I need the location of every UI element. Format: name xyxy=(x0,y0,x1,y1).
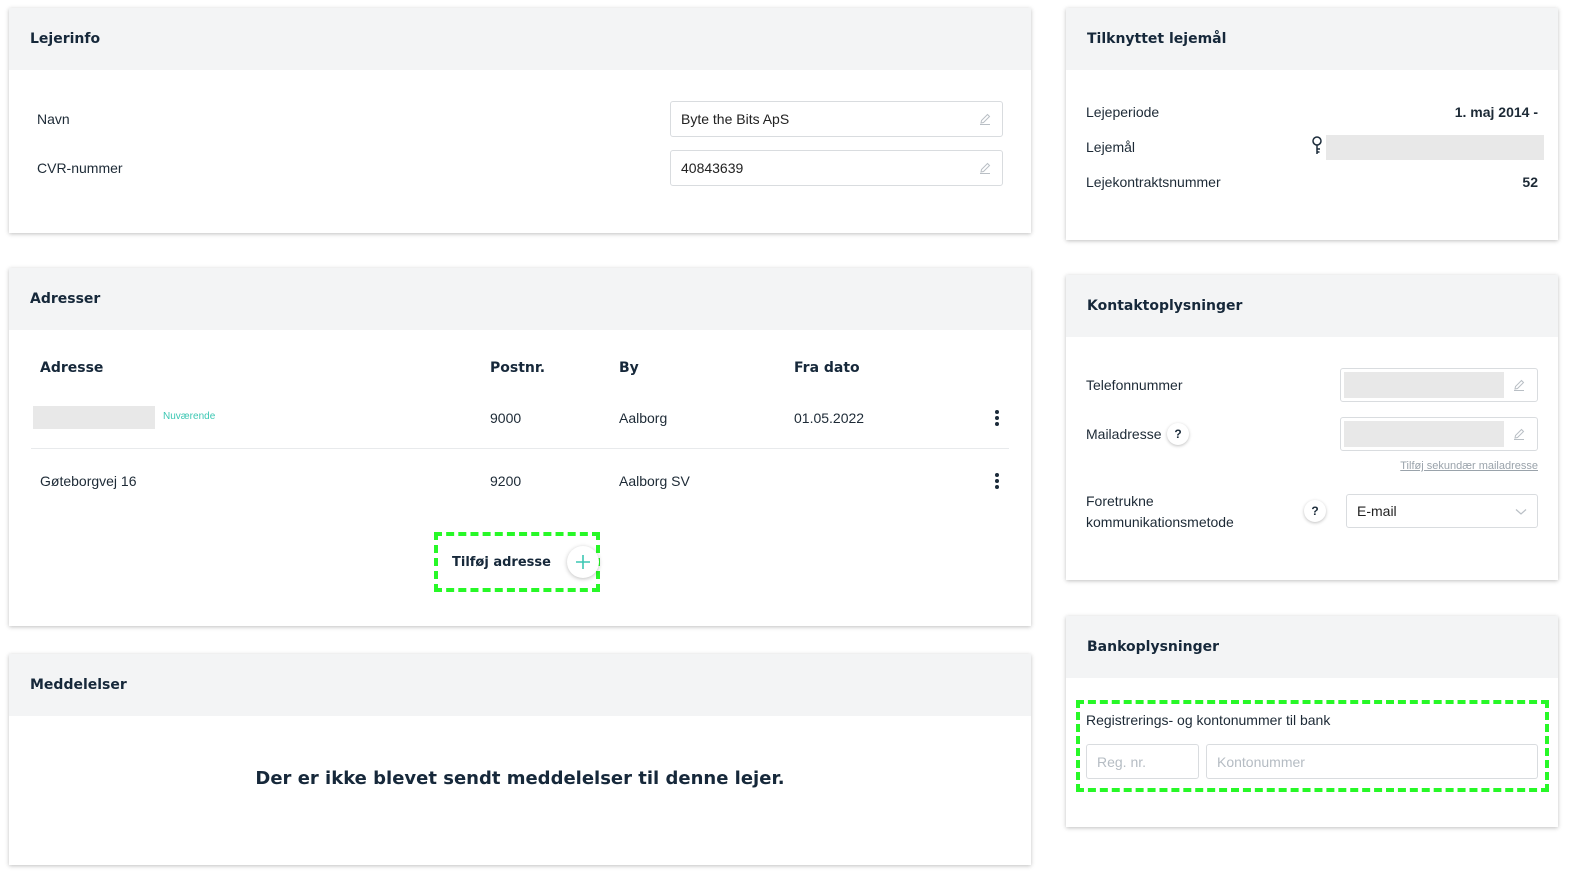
chevron-down-icon xyxy=(1515,503,1527,519)
pencil-icon[interactable] xyxy=(978,161,992,175)
column-header-adresse: Adresse xyxy=(40,360,104,376)
column-header-fra-dato: Fra dato xyxy=(794,360,860,376)
add-address-button[interactable]: Tilføj adresse xyxy=(452,546,599,578)
add-address-label: Tilføj adresse xyxy=(452,554,551,570)
kebab-icon[interactable] xyxy=(988,471,1006,491)
cvr-label: CVR-nummer xyxy=(37,160,123,176)
pencil-icon[interactable] xyxy=(1512,378,1526,392)
help-icon[interactable]: ? xyxy=(1167,423,1189,445)
lejeperiode-value: 1. maj 2014 - xyxy=(1454,104,1538,120)
lejerinfo-card: Lejerinfo Navn Byte the Bits ApS CVR-num… xyxy=(9,8,1031,233)
telefon-field[interactable] xyxy=(1340,368,1538,402)
meddelelser-card: Meddelelser Der er ikke blevet sendt med… xyxy=(9,654,1031,865)
telefon-label: Telefonnummer xyxy=(1086,377,1183,393)
reg-nr-input[interactable]: Reg. nr. xyxy=(1086,744,1199,779)
navn-value: Byte the Bits ApS xyxy=(681,111,790,127)
mail-value-redacted xyxy=(1344,421,1504,447)
row-divider xyxy=(31,448,1009,449)
kontakt-title: Kontaktoplysninger xyxy=(1066,275,1558,337)
column-header-postnr: Postnr. xyxy=(490,360,546,376)
pencil-icon[interactable] xyxy=(1512,427,1526,441)
metode-label-line2: kommunikationsmetode xyxy=(1086,514,1234,530)
adresser-card: Adresser Adresse Postnr. By Fra dato Nuv… xyxy=(9,268,1031,626)
help-icon[interactable]: ? xyxy=(1304,500,1326,522)
navn-field[interactable]: Byte the Bits ApS xyxy=(670,101,1003,137)
kontrakt-label: Lejekontraktsnummer xyxy=(1086,174,1221,190)
kontakt-card: Kontaktoplysninger Telefonnummer Mailadr… xyxy=(1066,275,1558,580)
lejerinfo-title: Lejerinfo xyxy=(9,8,1031,70)
metode-label-line1: Foretrukne xyxy=(1086,493,1154,509)
bank-label: Registrerings- og kontonummer til bank xyxy=(1086,712,1331,728)
lejeperiode-label: Lejeperiode xyxy=(1086,104,1160,120)
bank-title: Bankoplysninger xyxy=(1066,616,1558,678)
cvr-value: 40843639 xyxy=(681,160,744,176)
cvr-field[interactable]: 40843639 xyxy=(670,150,1003,186)
add-secondary-mail-link[interactable]: Tilføj sekundær mailadresse xyxy=(1400,460,1538,472)
kontonummer-input[interactable]: Kontonummer xyxy=(1206,744,1538,779)
metode-select[interactable]: E-mail xyxy=(1346,494,1538,528)
telefon-value-redacted xyxy=(1344,372,1504,398)
pencil-icon[interactable] xyxy=(978,112,992,126)
row-by: Aalborg xyxy=(619,410,668,426)
tilknyttet-title: Tilknyttet lejemål xyxy=(1066,8,1558,70)
kontrakt-value: 52 xyxy=(1522,174,1538,190)
row-fra-dato: 01.05.2022 xyxy=(794,410,865,426)
reg-nr-placeholder: Reg. nr. xyxy=(1097,753,1147,770)
mail-label: Mailadresse xyxy=(1086,426,1162,442)
metode-label: Foretrukne kommunikationsmetode xyxy=(1086,491,1234,533)
tilknyttet-card: Tilknyttet lejemål Lejeperiode 1. maj 20… xyxy=(1066,8,1558,240)
lejemaal-value-redacted xyxy=(1326,135,1544,160)
plus-icon xyxy=(566,546,599,578)
meddelelser-title: Meddelelser xyxy=(9,654,1031,716)
kebab-icon[interactable] xyxy=(988,408,1006,428)
row-postnr: 9000 xyxy=(490,410,522,426)
navn-label: Navn xyxy=(37,111,70,127)
mail-field[interactable] xyxy=(1340,417,1538,451)
current-badge: Nuværende xyxy=(163,411,216,422)
row-adresse: Gøteborgvej 16 xyxy=(40,473,137,489)
bank-card: Bankoplysninger Registrerings- og konton… xyxy=(1066,616,1558,827)
adresser-title: Adresser xyxy=(9,268,1031,330)
row-postnr: 9200 xyxy=(490,473,522,489)
column-header-by: By xyxy=(619,360,639,376)
metode-value: E-mail xyxy=(1357,503,1397,519)
adresse-redacted xyxy=(33,406,155,429)
kontonummer-placeholder: Kontonummer xyxy=(1217,753,1305,770)
key-icon xyxy=(1310,136,1324,161)
lejemaal-label: Lejemål xyxy=(1086,139,1136,155)
empty-message: Der er ikke blevet sendt meddelelser til… xyxy=(255,768,785,789)
row-by: Aalborg SV xyxy=(619,473,690,489)
